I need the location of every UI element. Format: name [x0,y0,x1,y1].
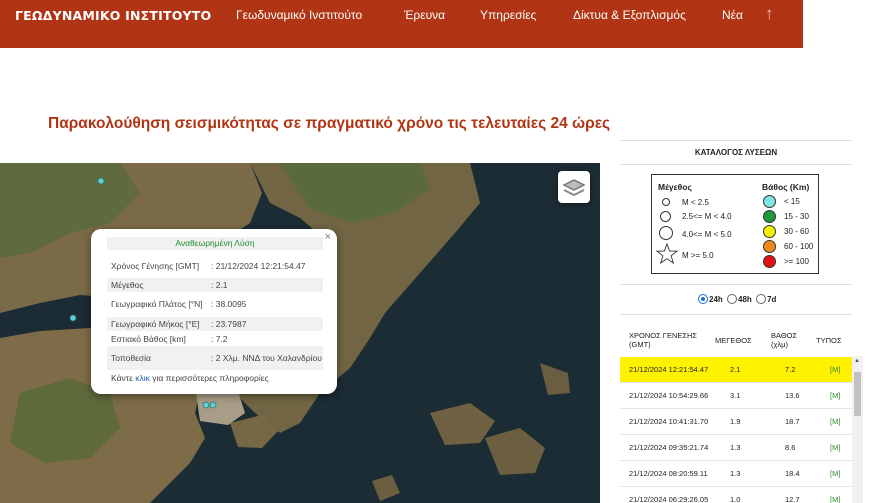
divider [620,314,852,315]
top-navigation-bar: ΓΕΩΔΥΝΑΜΙΚΟ ΙΝΣΤΙΤΟΥΤΟ Γεωδυναμικό Ινστι… [0,0,803,48]
table-row[interactable]: 21/12/2024 10:41:31.70 1.9 18.7 [M] [620,409,852,435]
page-title: Παρακολούθηση σεισμικότητας σε πραγματικ… [48,115,611,132]
layers-icon [562,179,586,197]
table-row[interactable]: 21/12/2024 09:35:21.74 1.3 8.6 [M] [620,435,852,461]
popup-row-longitude: Γεωγραφικό Μήκος [°E] : 23.7987 [107,317,323,331]
table-scrollbar[interactable]: ▲ [852,356,863,503]
period-7d[interactable]: 7d [756,294,776,304]
size-medium-icon [660,211,671,222]
layers-button[interactable] [558,171,590,203]
depth-30-60-icon [763,225,776,238]
col-magnitude[interactable]: ΜΕΓΕΘΟΣ [715,336,752,345]
legend-size-heading: Μέγεθος [658,182,692,192]
depth-60-100-icon [763,240,776,253]
scroll-up-icon[interactable]: ▲ [854,358,860,364]
table-row[interactable]: 21/12/2024 12:21:54.47 2.1 7.2 [M] [620,357,852,383]
nav-item-networks[interactable]: Δίκτυα & Εξοπλισμός [573,8,686,22]
catalog-title: ΚΑΤΑΛΟΓΟΣ ΛΥΣΕΩΝ [694,148,778,157]
divider [620,164,852,165]
nav-item-services[interactable]: Υπηρεσίες [480,8,536,22]
radio-icon[interactable] [727,294,738,304]
close-icon[interactable]: × [325,231,331,243]
col-origin-time[interactable]: ΧΡΟΝΟΣ ΓΕΝΕΣΗΣ (GMT) [629,331,714,349]
nav-item-news[interactable]: Νέα [722,8,743,22]
table-row[interactable]: 21/12/2024 10:54:29.66 3.1 13.6 [M] [620,383,852,409]
depth-lt15-icon [763,195,776,208]
size-large-icon [659,226,673,240]
divider [620,284,852,285]
scrollbar-thumb[interactable] [854,372,861,416]
catalog-table-header: ΧΡΟΝΟΣ ΓΕΝΕΣΗΣ (GMT) ΜΕΓΕΘΟΣ ΒΑΘΟΣ (χλμ)… [620,330,852,356]
table-row[interactable]: 21/12/2024 06:29:26.05 1.0 12.7 [M] [620,487,852,503]
period-48h[interactable]: 48h [727,294,752,304]
size-small-icon [662,198,670,206]
divider [620,140,852,141]
arrow-up-icon[interactable]: ↑ [765,4,774,24]
col-type[interactable]: ΤΥΠΟΣ [816,336,841,345]
radio-icon[interactable] [756,294,767,304]
depth-gt100-icon [763,255,776,268]
catalog-table: 21/12/2024 12:21:54.47 2.1 7.2 [M] 21/12… [620,357,852,503]
catalog-legend: Μέγεθος M < 2.5 2.5<= M < 4.0 4.0<= M < … [651,174,819,274]
depth-15-30-icon [763,210,776,223]
popup-row-magnitude: Μέγεθος : 2.1 [107,278,323,292]
site-logo[interactable]: ΓΕΩΔΥΝΑΜΙΚΟ ΙΝΣΤΙΤΟΥΤΟ [15,8,211,23]
col-depth[interactable]: ΒΑΘΟΣ (χλμ) [771,331,803,349]
popup-row-origin-time: Χρόνος Γένησης [GMT] : 21/12/2024 12:21:… [111,261,306,271]
table-row[interactable]: 21/12/2024 08:20:59.11 1.3 18.4 [M] [620,461,852,487]
popup-row-location: Τοποθεσία : 2 Χλμ. ΝΝΔ του Χαλανδρίου [107,346,323,370]
popup-footer: Κάντε κλικ για περισσότερες πληροφορίες [111,373,269,383]
nav-item-research[interactable]: Έρευνα [404,8,445,22]
period-24h[interactable]: 24h [698,294,723,304]
legend-depth-heading: Βάθος (Km) [762,182,810,192]
popup-row-depth: Εστιακό Βάθος [km] : 7.2 [111,333,228,344]
earthquake-popup: × Αναθεωρημένη Λύση Χρόνος Γένησης [GMT]… [91,229,337,394]
period-selector: 24h 48h 7d [698,294,778,304]
radio-icon[interactable] [698,294,708,304]
star-icon [656,243,678,265]
popup-row-latitude: Γεωγραφικό Πλάτος [°N] : 38.0095 [111,299,247,309]
more-info-link[interactable]: κλικ [135,373,150,383]
popup-title: Αναθεωρημένη Λύση [107,237,323,250]
nav-item-institute[interactable]: Γεωδυναμικό Ινστιτούτο [236,8,362,22]
